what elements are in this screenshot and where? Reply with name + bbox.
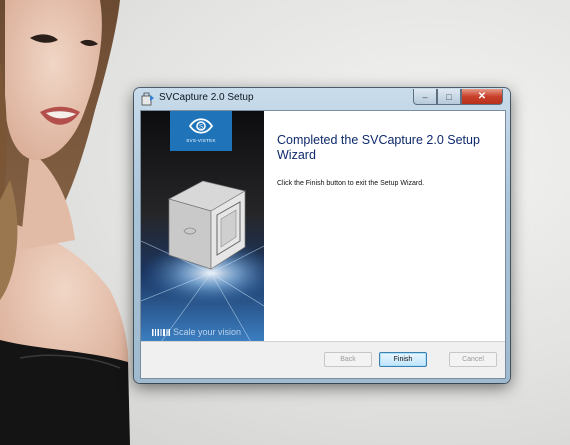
close-icon: ✕ xyxy=(477,91,487,102)
wizard-client-area: S SVS-VISTEK Scale your vision Completed… xyxy=(140,110,506,379)
minimize-icon: – xyxy=(422,91,428,102)
close-button[interactable]: ✕ xyxy=(461,89,503,105)
cancel-button[interactable]: Cancel xyxy=(449,352,497,367)
title-bar[interactable]: SVCapture 2.0 Setup – □ ✕ xyxy=(134,88,510,110)
barcode-icon xyxy=(152,329,170,336)
back-button[interactable]: Back xyxy=(324,352,372,367)
maximize-button[interactable]: □ xyxy=(437,89,461,105)
window-title: SVCapture 2.0 Setup xyxy=(159,92,254,103)
finish-button[interactable]: Finish xyxy=(379,352,427,367)
camera-illustration xyxy=(141,180,264,342)
installer-icon xyxy=(141,92,154,106)
wizard-banner: S SVS-VISTEK Scale your vision xyxy=(141,111,264,342)
desktop-background: SVCapture 2.0 Setup – □ ✕ S SVS-VISTEK S… xyxy=(0,0,570,445)
minimize-button[interactable]: – xyxy=(413,89,437,105)
slogan-text: Scale your vision xyxy=(173,327,242,337)
maximize-icon: □ xyxy=(446,91,452,102)
wizard-content: Completed the SVCapture 2.0 Setup Wizard… xyxy=(264,111,505,342)
setup-wizard-window: SVCapture 2.0 Setup – □ ✕ S SVS-VISTEK S… xyxy=(134,88,510,383)
wizard-footer: Back Finish Cancel xyxy=(141,341,505,378)
wizard-heading: Completed the SVCapture 2.0 Setup Wizard xyxy=(277,133,480,162)
wizard-description: Click the Finish button to exit the Setu… xyxy=(277,180,425,187)
